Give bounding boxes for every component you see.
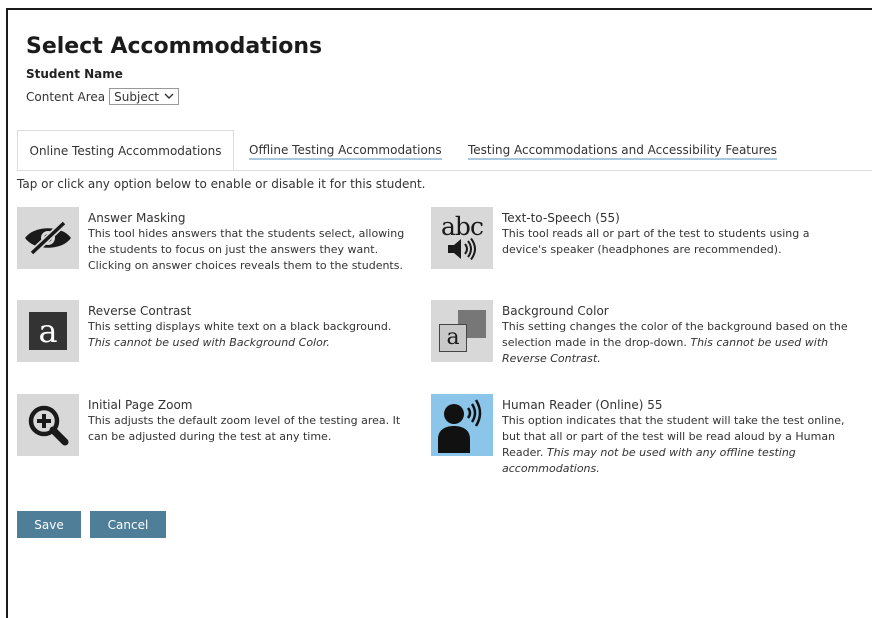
accommodation-initial-page-zoom[interactable]: Initial Page Zoom This adjusts the defau… <box>17 394 417 456</box>
accommodation-reverse-contrast[interactable]: a Reverse Contrast This setting displays… <box>17 300 417 362</box>
tab-offline-testing[interactable]: Offline Testing Accommodations <box>249 130 442 170</box>
save-button[interactable]: Save <box>17 511 81 538</box>
tab-bar: Online Testing Accommodations Offline Te… <box>17 130 872 171</box>
accommodation-title: Initial Page Zoom <box>88 398 193 412</box>
student-name: Student Name <box>26 67 123 81</box>
tab-label: Online Testing Accommodations <box>29 144 222 158</box>
background-color-icon: a <box>431 300 493 362</box>
accommodation-desc: This setting changes the color of the ba… <box>502 320 848 365</box>
tab-label: Testing Accommodations and Accessibility… <box>468 143 777 160</box>
zoom-in-icon <box>17 394 79 456</box>
instructions-text: Tap or click any option below to enable … <box>17 177 426 191</box>
content-area-select[interactable]: Subject <box>109 88 180 105</box>
content-area-label: Content Area <box>26 89 106 104</box>
page-title: Select Accommodations <box>26 34 323 59</box>
speaker-icon <box>448 238 476 260</box>
accommodation-desc: This setting displays white text on a bl… <box>88 320 392 349</box>
tab-online-testing[interactable]: Online Testing Accommodations <box>17 130 234 170</box>
accommodation-background-color[interactable]: a Background Color This setting changes … <box>431 300 851 367</box>
accommodation-answer-masking[interactable]: Answer Masking This tool hides answers t… <box>17 207 417 274</box>
letter-a-glyph: a <box>38 312 58 350</box>
reverse-contrast-icon: a <box>17 300 79 362</box>
accommodation-desc: This adjusts the default zoom level of t… <box>88 414 401 443</box>
human-reader-icon <box>431 394 493 456</box>
accommodation-human-reader[interactable]: Human Reader (Online) 55 This option ind… <box>431 394 851 477</box>
accommodation-title: Text-to-Speech (55) <box>502 211 620 225</box>
accommodation-title: Background Color <box>502 304 609 318</box>
letter-a-glyph: a <box>446 325 460 350</box>
content-area-select-value: Subject <box>114 89 160 104</box>
abc-glyph: abc <box>441 212 484 241</box>
accommodation-desc: This option indicates that the student w… <box>502 414 845 475</box>
content-area-row: Content Area Subject <box>26 88 180 105</box>
accommodation-desc: This tool hides answers that the student… <box>88 227 405 272</box>
tab-label: Offline Testing Accommodations <box>249 143 442 160</box>
eye-slash-icon <box>17 207 79 269</box>
text-to-speech-icon: abc <box>431 207 493 269</box>
accommodation-title: Answer Masking <box>88 211 186 225</box>
cancel-button[interactable]: Cancel <box>90 511 166 538</box>
accommodation-text-to-speech[interactable]: abc Text-to-Speech (55) This tool reads … <box>431 207 851 269</box>
accommodation-desc: This tool reads all or part of the test … <box>502 227 810 256</box>
accommodation-title: Reverse Contrast <box>88 304 192 318</box>
chevron-down-icon <box>164 93 174 100</box>
accommodation-title: Human Reader (Online) 55 <box>502 398 663 412</box>
tab-accessibility-features[interactable]: Testing Accommodations and Accessibility… <box>468 130 777 170</box>
